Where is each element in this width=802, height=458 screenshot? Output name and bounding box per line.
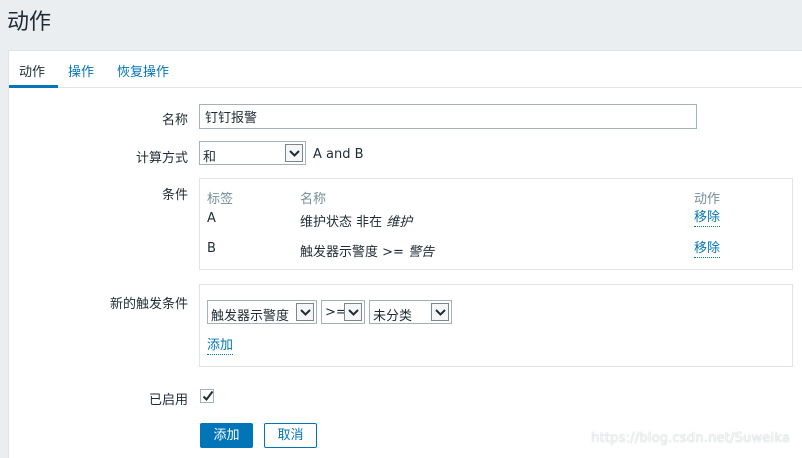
conditions-header-action: 动作 <box>694 192 721 207</box>
new-condition-value-value: 未分类 <box>373 309 413 324</box>
condition-row-value: 警告 <box>408 245 435 260</box>
condition-row-value: 维护 <box>386 215 413 230</box>
new-condition-label: 新的触发条件 <box>109 297 188 312</box>
watermark: https://blog.csdn.net/Suweika <box>591 431 790 446</box>
calc-formula: A and B <box>313 147 364 162</box>
condition-row-tag: B <box>207 241 216 256</box>
condition-row-prefix: 触发器示警度 >= <box>300 245 409 260</box>
chevron-down-icon <box>431 303 449 321</box>
tab-action[interactable]: 动作 <box>19 61 45 80</box>
condition-row-tag: A <box>207 211 216 226</box>
enabled-checkbox[interactable] <box>200 389 214 403</box>
chevron-down-icon <box>285 144 303 162</box>
conditions-header-name: 名称 <box>300 192 327 207</box>
action-form-panel: 动作 操作 恢复操作 名称 计算方式 和 A and B 条件 标签 名称 动作… <box>8 50 802 458</box>
active-tab-indicator <box>9 85 58 88</box>
condition-row-name: 维护状态 非在 维护 <box>300 211 412 230</box>
tab-bar: 动作 操作 恢复操作 <box>9 51 802 88</box>
name-input[interactable] <box>199 104 697 129</box>
new-condition-value-select[interactable]: 未分类 <box>369 300 452 324</box>
tab-recovery-operations[interactable]: 恢复操作 <box>117 61 169 80</box>
tab-operations[interactable]: 操作 <box>68 61 94 80</box>
enabled-label: 已启用 <box>148 393 188 408</box>
add-button[interactable]: 添加 <box>200 423 253 448</box>
chevron-down-icon <box>296 303 314 321</box>
remove-condition-b-link[interactable]: 移除 <box>694 241 721 258</box>
new-condition-field-select[interactable]: 触发器示警度 <box>207 300 317 324</box>
cancel-button[interactable]: 取消 <box>264 423 317 448</box>
calc-method-value: 和 <box>203 150 217 165</box>
add-condition-link[interactable]: 添加 <box>207 338 234 355</box>
condition-row-prefix: 维护状态 非在 <box>300 215 387 230</box>
conditions-header-tag: 标签 <box>207 192 234 207</box>
remove-condition-a-link[interactable]: 移除 <box>694 210 721 227</box>
checkmark-icon <box>202 390 214 402</box>
new-condition-box: 触发器示警度 >= 未分类 添加 <box>199 284 793 367</box>
chevron-down-icon <box>344 303 362 321</box>
name-label: 名称 <box>161 113 188 128</box>
conditions-label: 条件 <box>161 188 188 203</box>
conditions-table: 标签 名称 动作 A 维护状态 非在 维护 移除 B 触发器示警度 >= 警告 … <box>199 178 793 270</box>
calc-method-label: 计算方式 <box>135 151 188 166</box>
condition-row-name: 触发器示警度 >= 警告 <box>300 241 434 260</box>
new-condition-field-value: 触发器示警度 <box>211 309 290 324</box>
calc-method-select[interactable]: 和 <box>199 141 306 165</box>
page-title: 动作 <box>7 10 52 35</box>
new-condition-operator-select[interactable]: >= <box>321 300 365 324</box>
